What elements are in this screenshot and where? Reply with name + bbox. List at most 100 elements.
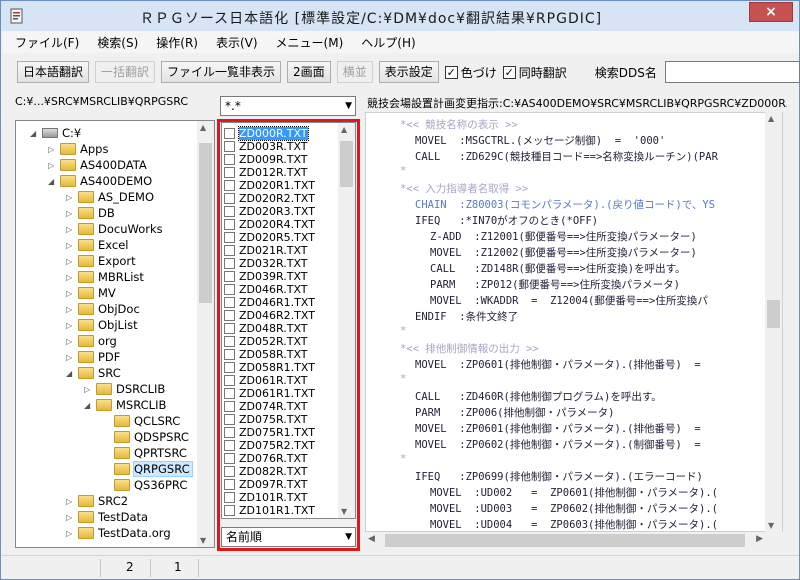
scroll-left-icon[interactable]: ◀ (368, 534, 375, 544)
expand-icon[interactable]: ▷ (48, 161, 58, 170)
title-bar[interactable]: ＲＰＧソース日本語化 [標準設定/C:¥DM¥doc¥翻訳結果¥RPGDIC] … (1, 1, 799, 31)
tree-item-label: ObjList (98, 318, 138, 332)
scroll-right-icon[interactable]: ▶ (756, 534, 763, 544)
expand-icon[interactable]: ▷ (66, 497, 76, 506)
tree-item[interactable]: ▷ ObjList (66, 317, 138, 333)
tree-item[interactable]: ▷ TestData.org (66, 525, 171, 541)
expand-icon[interactable]: ▷ (66, 321, 76, 330)
tree-item[interactable]: ◢ MSRCLIB (84, 397, 166, 413)
expand-icon[interactable]: ▷ (66, 513, 76, 522)
code-hscroll-thumb[interactable] (385, 534, 745, 547)
tree-item[interactable]: ◢ AS400DEMO (48, 173, 152, 189)
expand-icon[interactable]: ▷ (66, 529, 76, 538)
toolbar-button-2[interactable]: ファイル一覧非表示 (161, 61, 282, 83)
tree-item[interactable]: QRPGSRC (102, 461, 193, 477)
menu-item-5[interactable]: ヘルプ(H) (352, 34, 424, 51)
tree-scrollbar[interactable]: ▲ ▼ (197, 121, 214, 547)
expand-icon[interactable]: ▷ (66, 337, 76, 346)
checkbox-icon[interactable]: ✓ (502, 65, 516, 79)
toolbar-button-1[interactable]: 一括翻訳 (95, 61, 156, 83)
tree-item[interactable]: ▷ ObjDoc (66, 301, 140, 317)
expand-icon[interactable]: ▷ (66, 305, 76, 314)
tree-item[interactable]: ▷ TestData (66, 509, 148, 525)
expand-icon[interactable]: ▷ (48, 145, 58, 154)
toolbar-checkbox-1[interactable]: ✓ 同時翻訳 (502, 64, 567, 81)
tree-item[interactable]: QDSPSRC (102, 429, 189, 445)
scroll-down-icon[interactable]: ▼ (768, 521, 774, 530)
tree-item[interactable]: ▷ Excel (66, 237, 128, 253)
tree-item[interactable]: ▷ DSRCLIB (84, 381, 165, 397)
expand-icon[interactable]: ▷ (66, 193, 76, 202)
file-filter-dropdown[interactable]: *.* ▼ (220, 96, 356, 116)
tree-item-label: QPRTSRC (134, 446, 187, 460)
folder-icon (78, 319, 94, 331)
tree-item-label: ObjDoc (98, 302, 140, 316)
scroll-down-icon[interactable]: ▼ (200, 536, 206, 545)
menu-item-0[interactable]: ファイル(F) (6, 34, 88, 51)
menu-item-3[interactable]: 表示(V) (207, 34, 267, 51)
toolbar-button-4[interactable]: 横並 (336, 61, 373, 83)
collapse-icon[interactable]: ◢ (84, 401, 94, 410)
code-line: * (400, 325, 407, 337)
tree-item-label: QDSPSRC (134, 430, 189, 444)
tree-item[interactable]: ◢ C:¥ (30, 125, 81, 141)
scroll-up-icon[interactable]: ▲ (768, 114, 774, 123)
window-title: ＲＰＧソース日本語化 [標準設定/C:¥DM¥doc¥翻訳結果¥RPGDIC] (139, 11, 603, 27)
checkbox-icon[interactable]: ✓ (444, 65, 458, 79)
menu-item-1[interactable]: 検索(S) (88, 34, 147, 51)
tree-item[interactable]: ◢ SRC (66, 365, 121, 381)
scroll-up-icon[interactable]: ▲ (200, 123, 206, 132)
tree-item[interactable]: ▷ DocuWorks (66, 221, 163, 237)
expand-icon[interactable]: ▷ (66, 353, 76, 362)
current-folder-path: C:¥...¥SRC¥MSRCLIB¥QRPGSRC (15, 95, 189, 108)
code-line: * (400, 165, 407, 177)
menu-item-2[interactable]: 操作(R) (147, 34, 207, 51)
toolbar-checkbox-0[interactable]: ✓ 色づけ (444, 64, 497, 81)
status-separator (198, 559, 199, 577)
menu-item-4[interactable]: メニュー(M) (267, 34, 353, 51)
expand-icon[interactable]: ▷ (66, 289, 76, 298)
tree-item[interactable]: ▷ MBRList (66, 269, 144, 285)
tree-item[interactable]: ▷ MV (66, 285, 116, 301)
tree-item[interactable]: QS36PRC (102, 477, 187, 493)
code-line: MOVEL :ZP0601(排他制御・パラメータ).(排他番号) = (415, 423, 701, 435)
expand-icon[interactable]: ▷ (66, 241, 76, 250)
expand-icon[interactable]: ▷ (66, 225, 76, 234)
tree-item[interactable]: ▷ org (66, 333, 117, 349)
tree-item[interactable]: QPRTSRC (102, 445, 187, 461)
expand-icon[interactable]: ▷ (66, 257, 76, 266)
close-button[interactable]: × (749, 2, 793, 22)
tree-item[interactable]: ▷ Apps (48, 141, 108, 157)
expand-icon[interactable]: ▷ (84, 385, 94, 394)
code-line: IFEQ :ZP0699(排他制御・パラメータ).(エラーコード) (415, 471, 703, 483)
code-line: CALL :ZD148R(郵便番号==>住所変換)を呼出す。 (430, 263, 686, 275)
tree-item[interactable]: ▷ AS400DATA (48, 157, 147, 173)
folder-icon (96, 399, 112, 411)
tree-item[interactable]: ▷ SRC2 (66, 493, 128, 509)
expand-icon[interactable]: ▷ (66, 209, 76, 218)
tree-item-label: DocuWorks (98, 222, 163, 236)
tree-item[interactable]: ▷ PDF (66, 349, 120, 365)
search-dds-input[interactable] (664, 61, 800, 83)
tree-item[interactable]: ▷ AS_DEMO (66, 189, 154, 205)
folder-tree[interactable]: ▲ ▼ ◢ C:¥ ▷ Apps ▷ AS400DATA ◢ AS400DEMO ▷ AS_DEM… (15, 120, 215, 548)
code-scroll-thumb[interactable] (767, 300, 780, 328)
code-vertical-scrollbar[interactable]: ▲ ▼ (765, 112, 782, 532)
toolbar-button-3[interactable]: 2画面 (287, 61, 331, 83)
tree-item-label: TestData.org (98, 526, 171, 540)
collapse-icon[interactable]: ◢ (66, 369, 76, 378)
source-code-view[interactable]: *<< 競技名称の表示 >> MOVEL :MSGCTRL.(メッセージ制御) =… (365, 112, 783, 532)
collapse-icon[interactable]: ◢ (48, 177, 58, 186)
code-line: PARM :ZP006(排他制御・パラメータ) (415, 407, 615, 419)
collapse-icon[interactable]: ◢ (30, 129, 40, 138)
toolbar-button-0[interactable]: 日本語翻訳 (17, 61, 90, 83)
tree-item[interactable]: ▷ DB (66, 205, 115, 221)
tree-item-label: C:¥ (62, 126, 82, 140)
code-horizontal-scrollbar[interactable]: ◀ ▶ (365, 532, 783, 549)
checkbox-label: 同時翻訳 (518, 65, 567, 80)
tree-item[interactable]: QCLSRC (102, 413, 180, 429)
tree-scroll-thumb[interactable] (199, 143, 212, 303)
expand-icon[interactable]: ▷ (66, 273, 76, 282)
toolbar-button-5[interactable]: 表示設定 (378, 61, 439, 83)
tree-item[interactable]: ▷ Export (66, 253, 136, 269)
